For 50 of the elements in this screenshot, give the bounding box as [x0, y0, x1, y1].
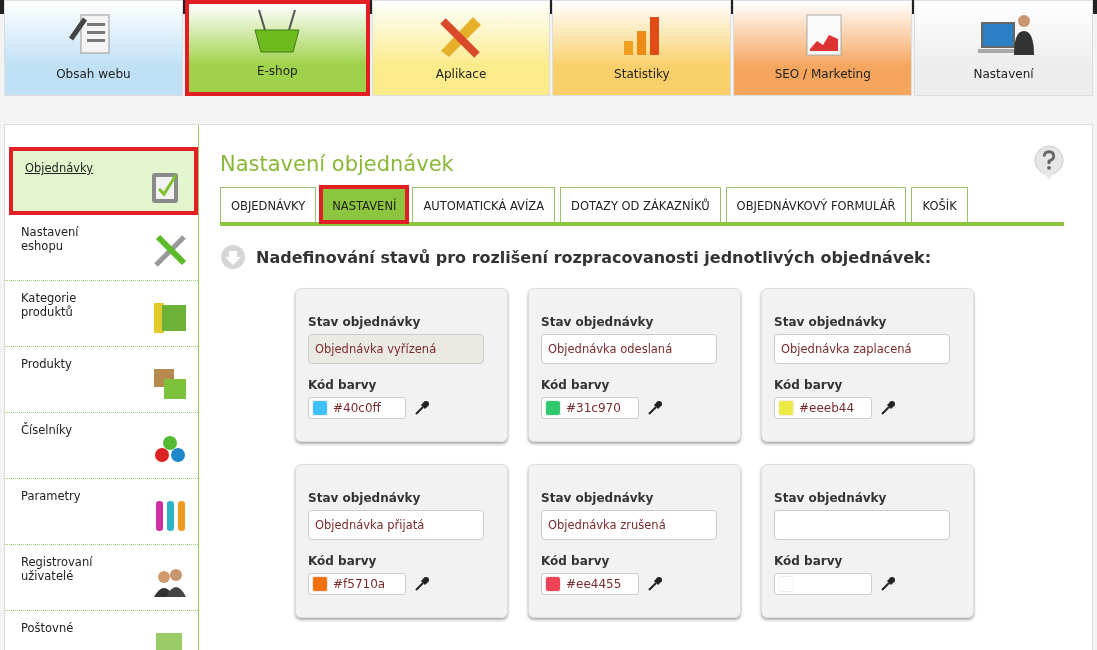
field-label: Stav objednávky — [774, 315, 887, 329]
nav-tile[interactable]: Obsah webu — [4, 0, 183, 96]
field-label: Kód barvy — [541, 378, 610, 392]
field-label: Kód barvy — [308, 554, 377, 568]
tab[interactable]: OBJEDNÁVKOVÝ FORMULÁŘ — [725, 187, 907, 222]
nav-tile[interactable]: SEO / Marketing — [733, 0, 913, 96]
eyedropper-icon[interactable] — [414, 576, 430, 592]
tab[interactable]: AUTOMATICKÁ AVÍZA — [412, 187, 556, 222]
eyedropper-icon[interactable] — [880, 576, 896, 592]
sidebar-item[interactable]: Kategorie produktů — [5, 281, 198, 347]
color-input[interactable]: #f5710a — [308, 573, 406, 595]
sidebar-item[interactable]: Číselníky — [5, 413, 198, 479]
field-label: Stav objednávky — [308, 315, 421, 329]
tab[interactable]: KOŠÍK — [911, 187, 968, 222]
sidebar-item[interactable]: Poštovné — [5, 611, 198, 650]
sidebar-item[interactable]: Registrovaní uživatelé — [5, 545, 198, 611]
status-input[interactable]: Objednávka odeslaná — [541, 334, 717, 364]
eyedropper-icon[interactable] — [880, 400, 896, 416]
section-heading: Nadefinování stavů pro rozlišení rozpracovanosti jednotlivých objednávek: — [256, 247, 932, 267]
eyedropper-icon[interactable] — [414, 400, 430, 416]
tab[interactable]: OBJEDNÁVKY — [220, 187, 317, 222]
nav-tile[interactable]: Aplikace — [371, 0, 551, 96]
page-title: Nastavení objednávek — [220, 152, 454, 176]
field-label: Stav objednávky — [774, 491, 887, 505]
tab[interactable]: NASTAVENÍ — [321, 187, 408, 222]
eyedropper-icon[interactable] — [647, 400, 663, 416]
field-label: Stav objednávky — [541, 491, 654, 505]
status-input[interactable]: Objednávka zrušená — [541, 510, 717, 540]
nav-tile[interactable]: Nastavení — [914, 0, 1093, 96]
nav-tile[interactable]: Statistiky — [552, 0, 732, 96]
status-input[interactable]: Objednávka přijatá — [308, 510, 484, 540]
sidebar-item[interactable]: Nastavení eshopu — [5, 215, 198, 281]
color-input[interactable]: #ee4455 — [541, 573, 639, 595]
nav-tile[interactable]: E-shop — [184, 0, 370, 96]
eyedropper-icon[interactable] — [647, 576, 663, 592]
field-label: Kód barvy — [308, 378, 377, 392]
field-label: Stav objednávky — [308, 491, 421, 505]
status-input[interactable]: Objednávka zaplacená — [774, 334, 950, 364]
color-input[interactable] — [774, 573, 872, 595]
sidebar-item[interactable]: Produkty — [5, 347, 198, 413]
field-label: Kód barvy — [774, 554, 843, 568]
tab[interactable]: DOTAZY OD ZÁKAZNÍKŮ — [560, 187, 721, 222]
field-label: Kód barvy — [541, 554, 610, 568]
sidebar-item[interactable]: Objednávky — [9, 147, 198, 215]
field-label: Stav objednávky — [541, 315, 654, 329]
color-input[interactable]: #31c970 — [541, 397, 639, 419]
status-input[interactable] — [774, 510, 950, 540]
field-label: Kód barvy — [774, 378, 843, 392]
color-input[interactable]: #eeeb44 — [774, 397, 872, 419]
sidebar-item[interactable]: Parametry — [5, 479, 198, 545]
